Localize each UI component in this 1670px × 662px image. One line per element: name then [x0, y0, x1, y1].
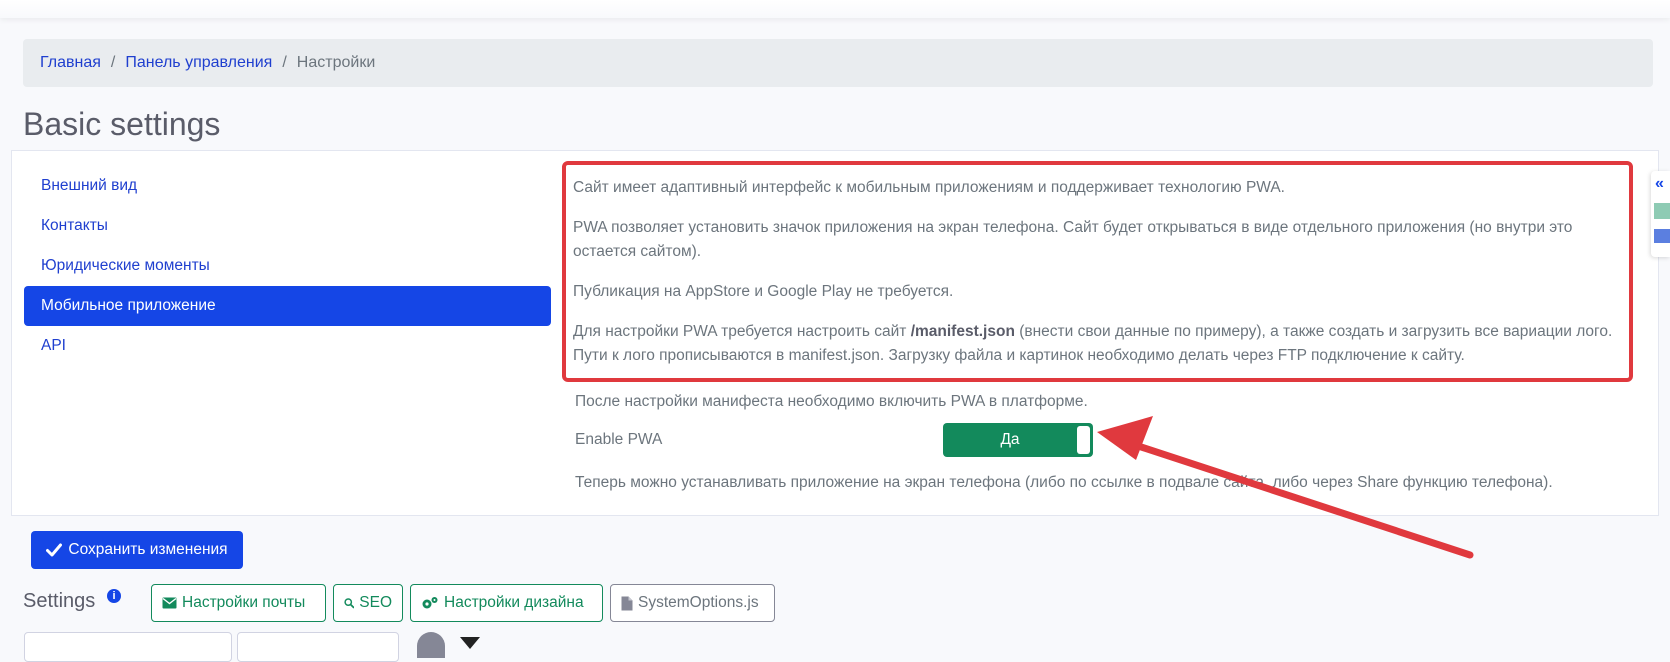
- breadcrumb-current: Настройки: [296, 54, 376, 71]
- toggle-knob: [1077, 426, 1090, 454]
- pwa-info-highlight: Сайт имеет адаптивный интерфейс к мобиль…: [562, 161, 1633, 382]
- enable-pwa-hint: После настройки манифеста необходимо вкл…: [575, 393, 1088, 410]
- seo-label: SEO: [359, 594, 392, 611]
- save-changes-button[interactable]: Сохранить изменения: [31, 531, 243, 569]
- breadcrumb-dashboard[interactable]: Панель управления: [125, 54, 272, 72]
- widget-image-icon: [1654, 203, 1670, 219]
- manifest-instructions-text: Для настройки PWA требуется настроить са…: [573, 320, 1623, 368]
- seo-button[interactable]: SEO: [333, 584, 403, 622]
- store-note-text: Публикация на AppStore и Google Play не …: [573, 283, 954, 300]
- nav-item-mobile-app[interactable]: Мобильное приложение: [24, 286, 551, 326]
- breadcrumb-home[interactable]: Главная: [40, 54, 101, 72]
- search-button[interactable]: [417, 632, 445, 658]
- pwa-intro-text: Сайт имеет адаптивный интерфейс к мобиль…: [573, 179, 1285, 196]
- info-icon[interactable]: i: [107, 589, 121, 603]
- nav-item-api[interactable]: API: [24, 326, 551, 366]
- mobile-app-content: Сайт имеет адаптивный интерфейс к мобиль…: [562, 160, 1645, 495]
- breadcrumb-separator: /: [110, 54, 116, 71]
- file-icon: [621, 596, 633, 610]
- side-widget[interactable]: «: [1651, 171, 1670, 257]
- install-note-text: Теперь можно устанавливать приложение на…: [575, 474, 1553, 491]
- page-title: Basic settings: [23, 106, 221, 142]
- envelope-icon: [162, 597, 177, 609]
- enable-pwa-toggle[interactable]: Да: [943, 423, 1093, 457]
- manifest-path: /manifest.json: [910, 323, 1015, 340]
- search-icon: [344, 598, 355, 609]
- widget-file-icon: [1654, 229, 1670, 243]
- enable-pwa-label: Enable PWA: [575, 431, 663, 448]
- design-settings-button[interactable]: Настройки дизайна: [410, 584, 603, 622]
- mail-settings-label: Настройки почты: [182, 594, 306, 611]
- checkmark-icon: [46, 543, 63, 557]
- design-settings-label: Настройки дизайна: [444, 594, 584, 611]
- enable-pwa-row: Enable PWA Да: [575, 422, 1645, 458]
- manifest-instructions-start: Для настройки PWA требуется настроить са…: [573, 323, 911, 340]
- filter-icon[interactable]: [460, 637, 480, 649]
- mail-settings-button[interactable]: Настройки почты: [151, 584, 326, 622]
- collapse-chevron-icon[interactable]: «: [1655, 175, 1664, 193]
- top-bar: [0, 0, 1670, 18]
- breadcrumb-separator: /: [282, 54, 287, 71]
- settings-nav: Внешний вид Контакты Юридические моменты…: [24, 166, 551, 366]
- system-options-button[interactable]: SystemOptions.js: [610, 584, 775, 622]
- settings-section-label: Settings: [23, 590, 96, 612]
- nav-item-contacts[interactable]: Контакты: [24, 206, 551, 246]
- gears-icon: [422, 597, 438, 609]
- toggle-label: Да: [1000, 431, 1020, 448]
- nav-item-legal[interactable]: Юридические моменты: [24, 246, 551, 286]
- system-options-label: SystemOptions.js: [638, 594, 759, 611]
- filter-input[interactable]: [24, 632, 232, 662]
- save-changes-label: Сохранить изменения: [68, 541, 228, 558]
- filter-select[interactable]: [237, 632, 399, 662]
- pwa-description-text: PWA позволяет установить значок приложен…: [573, 219, 1573, 260]
- breadcrumb: Главная / Панель управления / Настройки: [23, 39, 1653, 87]
- nav-item-appearance[interactable]: Внешний вид: [24, 166, 551, 206]
